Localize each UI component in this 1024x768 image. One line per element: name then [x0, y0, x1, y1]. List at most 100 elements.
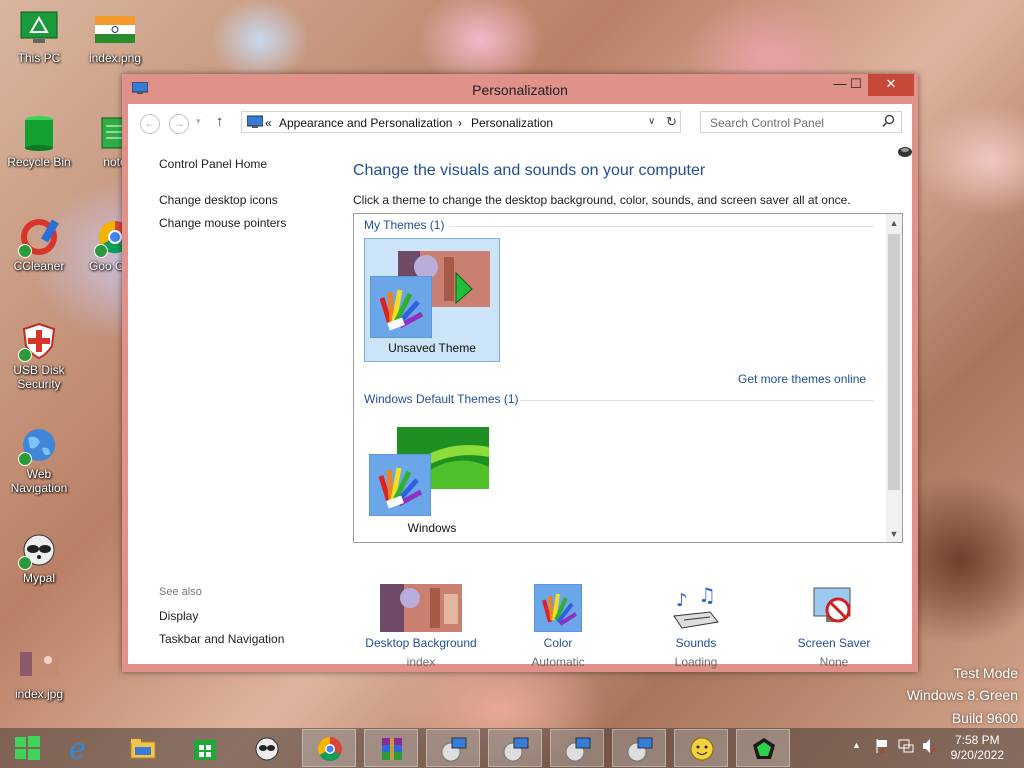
sounds-label[interactable]: Sounds: [631, 636, 761, 650]
taskbar: e ▲ x x 7:58 PM 9/20/2022: [0, 728, 1024, 768]
color-label[interactable]: Color: [493, 636, 623, 650]
group-header-my-themes[interactable]: My Themes (1): [364, 218, 444, 232]
svg-text:♪: ♪: [676, 590, 688, 611]
theme-tile-windows[interactable]: Windows: [364, 417, 500, 541]
theme-tile-label: Unsaved Theme: [388, 341, 476, 355]
control-panel-disc-icon: [440, 735, 468, 763]
desktop-icon-usb-disk-security[interactable]: USB Disk Security: [4, 322, 74, 391]
forward-arrow-icon[interactable]: →: [169, 114, 189, 134]
desktop-icon-label: Web Navigation: [10, 467, 68, 495]
clock-time: 7:58 PM: [954, 733, 1000, 747]
close-button[interactable]: ✕: [868, 74, 914, 96]
color-setting[interactable]: Color Automatic: [493, 583, 623, 669]
desktop-background-label[interactable]: Desktop Background: [356, 636, 486, 650]
scroll-down-arrow-icon[interactable]: ▼: [886, 529, 902, 539]
color-value: Automatic: [531, 655, 585, 669]
taskbar-window-3[interactable]: [550, 729, 604, 767]
action-center-flag-icon[interactable]: x: [875, 738, 889, 757]
svg-text:x: x: [931, 745, 936, 754]
navigation-bar: ← → ▾ ↑ « Appearance and Personalization…: [128, 104, 912, 157]
taskbar-internet-explorer[interactable]: e: [54, 729, 108, 767]
desktop-background-setting[interactable]: Desktop Background index: [356, 584, 486, 669]
page-title: Change the visuals and sounds on your co…: [353, 162, 706, 179]
search-box[interactable]: [700, 111, 902, 133]
taskbar-store[interactable]: [178, 729, 232, 767]
search-input[interactable]: [708, 115, 882, 131]
shortcut-badge-icon: [18, 452, 32, 466]
desktop-icon-label: USB Disk Security: [13, 363, 65, 391]
breadcrumb-appearance-and-personalization[interactable]: Appearance and Personalization: [279, 116, 452, 130]
internet-explorer-icon: e: [67, 732, 95, 765]
desktop-icon-this-pc[interactable]: This PC: [4, 10, 74, 65]
change-desktop-icons-link[interactable]: Change desktop icons: [159, 193, 278, 207]
address-bar[interactable]: « Appearance and Personalization › Perso…: [241, 111, 681, 133]
show-hidden-icons-chevron-icon[interactable]: ▲: [852, 740, 861, 750]
title-bar[interactable]: Personalization — ☐ ✕: [122, 74, 918, 104]
change-mouse-pointers-link[interactable]: Change mouse pointers: [159, 216, 286, 230]
themes-scrollbar[interactable]: ▲ ▼: [886, 214, 902, 542]
desktop-icon-index-jpg[interactable]: index.jpg: [4, 646, 74, 701]
taskbar-smiley-app[interactable]: [674, 729, 728, 767]
network-icon[interactable]: [898, 738, 914, 757]
screen-saver-label[interactable]: Screen Saver: [769, 636, 899, 650]
volume-muted-icon[interactable]: x: [922, 738, 938, 757]
taskbar-window-4[interactable]: [612, 729, 666, 767]
control-panel-home-link[interactable]: Control Panel Home: [159, 157, 267, 171]
help-icon[interactable]: [898, 146, 912, 161]
recent-locations-chevron-icon[interactable]: ▾: [196, 116, 201, 127]
breadcrumb-separator-icon[interactable]: ›: [458, 116, 462, 130]
image-file-icon: [18, 646, 60, 684]
breadcrumb-personalization[interactable]: Personalization: [471, 116, 553, 130]
sounds-setting[interactable]: ♪ ♫ Sounds Loading: [631, 583, 761, 669]
refresh-icon[interactable]: ↻: [666, 114, 677, 130]
control-panel-disc-icon: [626, 735, 654, 763]
see-also-heading: See also: [159, 586, 202, 598]
taskbar-window-2[interactable]: [488, 729, 542, 767]
test-mode-watermark-line: Windows 8.Green: [906, 687, 1018, 703]
color-fan-icon: [493, 583, 623, 633]
group-header-windows-default-themes[interactable]: Windows Default Themes (1): [364, 392, 519, 406]
desktop-icon-mypal[interactable]: Mypal: [4, 530, 74, 585]
search-icon[interactable]: [882, 114, 895, 131]
raccoon-icon: [18, 530, 60, 570]
taskbar-mypal[interactable]: [240, 729, 294, 767]
taskbar-chrome[interactable]: [302, 729, 356, 767]
address-overflow-chevron[interactable]: «: [265, 116, 272, 130]
taskbar-winrar[interactable]: [364, 729, 418, 767]
color-fan-icon: [368, 453, 432, 519]
taskbar-window-1[interactable]: [426, 729, 480, 767]
control-panel-disc-icon: [564, 735, 592, 763]
screen-saver-setting[interactable]: Screen Saver None: [769, 584, 899, 669]
svg-text:x: x: [880, 746, 885, 754]
desktop-icon-ccleaner[interactable]: CCleaner: [4, 218, 74, 273]
address-dropdown-chevron-icon[interactable]: ∨: [648, 116, 655, 127]
green-gem-icon: [750, 735, 778, 763]
desktop-icon-label: index.png: [88, 51, 142, 65]
sounds-icon: ♪ ♫: [631, 583, 761, 632]
svg-text:♫: ♫: [698, 584, 716, 607]
start-button[interactable]: [0, 729, 54, 767]
taskbar-green-app[interactable]: [736, 729, 790, 767]
desktop-icon-recycle-bin[interactable]: Recycle Bin: [4, 114, 74, 169]
ccleaner-icon: [18, 218, 60, 258]
theme-tile-unsaved-theme[interactable]: Unsaved Theme: [364, 238, 500, 362]
color-fan-icon: [369, 275, 433, 341]
taskbar-clock[interactable]: 7:58 PM 9/20/2022: [951, 733, 1004, 763]
scroll-up-arrow-icon[interactable]: ▲: [886, 218, 902, 228]
taskbar-and-navigation-link[interactable]: Taskbar and Navigation: [159, 632, 284, 646]
desktop-icon-web-navigation[interactable]: Web Navigation: [4, 426, 74, 495]
taskbar-file-explorer[interactable]: [116, 729, 170, 767]
sounds-value: Loading: [674, 655, 718, 669]
scrollbar-thumb[interactable]: [888, 234, 900, 490]
back-arrow-icon[interactable]: ←: [140, 114, 160, 134]
themes-list: My Themes (1) Unsaved Theme Get more the…: [353, 213, 903, 543]
desktop-icon-index-png[interactable]: index.png: [80, 10, 150, 65]
screen-saver-icon: [769, 584, 899, 632]
window-content: ← → ▾ ↑ « Appearance and Personalization…: [128, 104, 912, 669]
chrome-icon: [316, 735, 344, 763]
up-arrow-icon[interactable]: ↑: [216, 113, 224, 130]
get-more-themes-online-link[interactable]: Get more themes online: [738, 372, 866, 386]
recycle-bin-icon: [18, 114, 60, 152]
display-link[interactable]: Display: [159, 609, 198, 623]
smiley-sun-icon: [688, 735, 716, 763]
